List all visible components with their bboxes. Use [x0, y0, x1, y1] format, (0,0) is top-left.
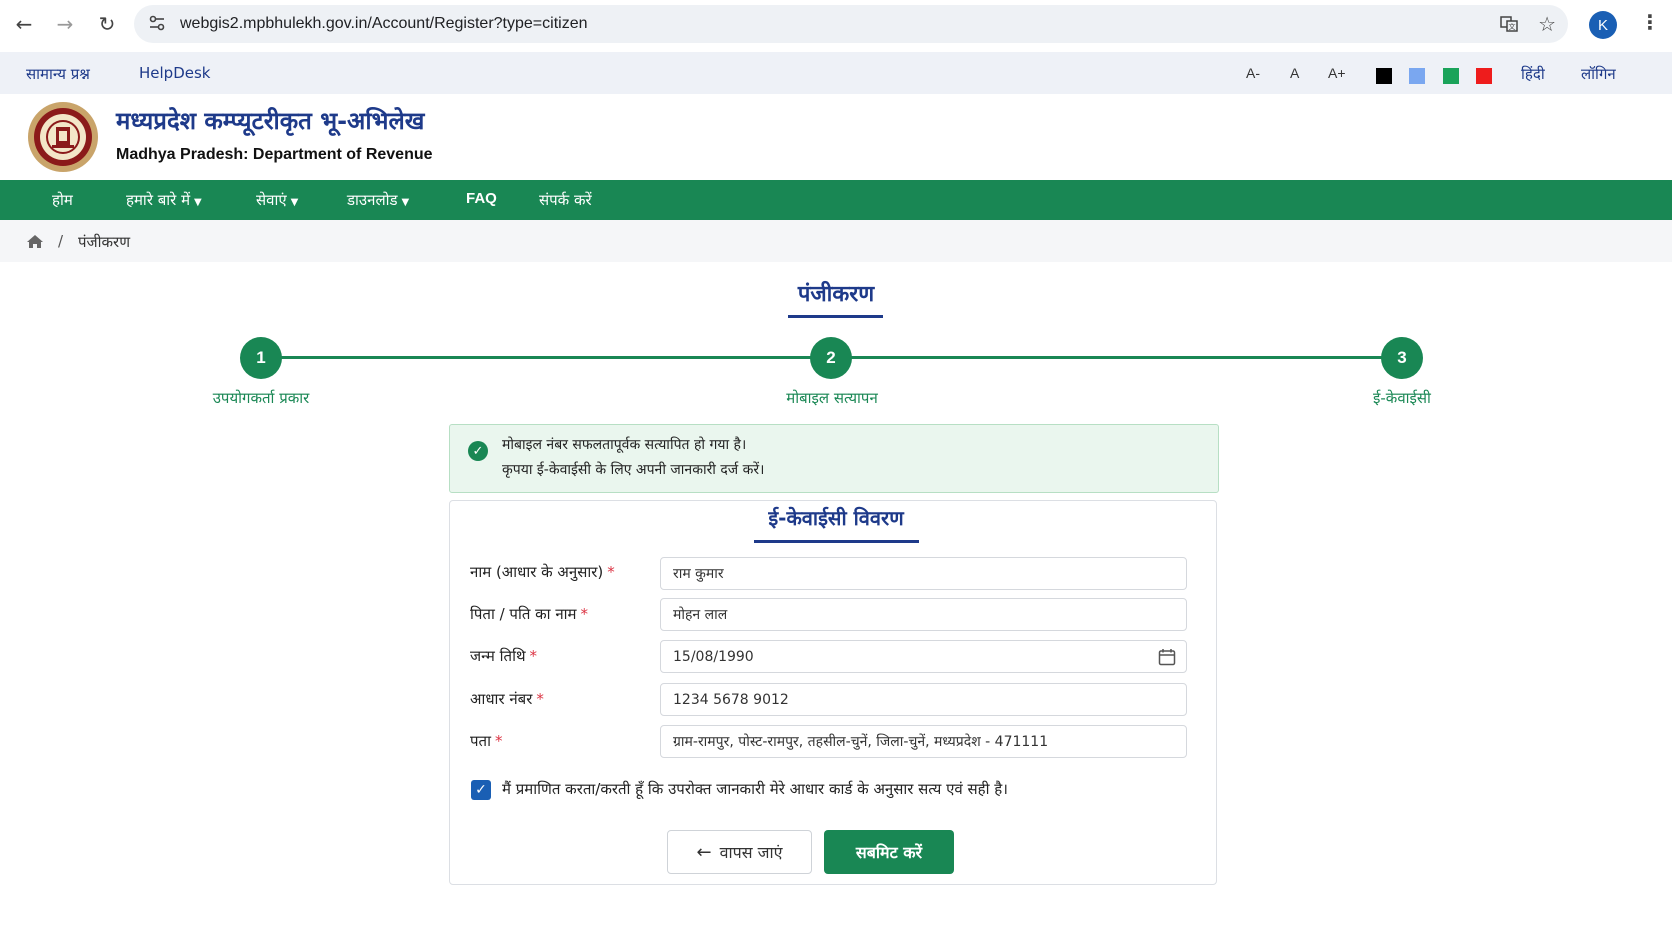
step-2-label: मोबाइल सत्यापन [786, 389, 878, 407]
back-button-label: वापस जाएं [719, 843, 783, 862]
theme-green-swatch[interactable] [1443, 68, 1459, 84]
nav-item-contact[interactable]: संपर्क करें [539, 190, 592, 210]
browser-toolbar: ← → ↻ webgis2.mpbhulekh.gov.in/Account/R… [0, 0, 1672, 50]
aadhaar-input[interactable]: 1234 5678 9012 [660, 683, 1187, 716]
mp-government-emblem[interactable] [26, 101, 100, 173]
alert-message-line2: कृपया ई-केवाईसी के लिए अपनी जानकारी दर्ज… [502, 462, 765, 478]
nav-item-home[interactable]: होम [52, 190, 73, 210]
language-toggle[interactable]: हिंदी [1521, 64, 1545, 84]
name-label: नाम (आधार के अनुसार) * [470, 562, 615, 582]
breadcrumb-current: पंजीकरण [78, 233, 131, 251]
page-title-underline [788, 315, 883, 318]
bookmark-star-icon[interactable]: ☆ [1538, 12, 1556, 36]
field-label-text: पता [470, 732, 491, 750]
dob-value: 15/08/1990 [673, 648, 754, 665]
required-asterisk: * [536, 690, 544, 708]
theme-red-swatch[interactable] [1476, 68, 1492, 84]
chevron-down-icon: ▼ [401, 197, 410, 208]
field-label-text: नाम (आधार के अनुसार) [470, 563, 604, 581]
chevron-down-icon: ▼ [194, 197, 202, 208]
url-text[interactable]: webgis2.mpbhulekh.gov.in/Account/Registe… [180, 15, 588, 33]
nav-item-label: संपर्क करें [539, 191, 592, 209]
nav-item-label: होम [52, 191, 73, 209]
submit-button[interactable]: सबमिट करें [824, 830, 954, 874]
svg-text:文: 文 [1509, 22, 1516, 31]
calendar-icon[interactable] [1158, 648, 1176, 666]
address-label: पता * [470, 731, 502, 751]
check-circle-icon: ✓ [468, 441, 488, 461]
font-decrease-button[interactable]: A- [1246, 65, 1260, 81]
field-label-text: आधार नंबर [470, 690, 533, 708]
alert-message-line1: मोबाइल नंबर सफलतापूर्वक सत्यापित हो गया … [502, 437, 747, 453]
nav-item-faq[interactable]: FAQ [466, 190, 497, 207]
name-input[interactable]: राम कुमार [660, 557, 1187, 590]
form-title-underline [754, 540, 919, 543]
nav-item-label: डाउनलोड [347, 191, 398, 209]
utility-bar: सामान्य प्रश्न HelpDesk A- A A+ हिंदी लॉ… [0, 52, 1672, 94]
site-settings-icon[interactable] [148, 14, 166, 32]
consent-label[interactable]: मैं प्रमाणित करता/करती हूँ कि उपरोक्त जा… [502, 779, 1008, 799]
font-increase-button[interactable]: A+ [1328, 65, 1346, 81]
dob-label: जन्म तिथि * [470, 646, 537, 666]
theme-black-swatch[interactable] [1376, 68, 1392, 84]
father-name-label: पिता / पति का नाम * [470, 604, 588, 624]
field-label-text: जन्म तिथि [470, 647, 526, 665]
breadcrumb: / पंजीकरण [0, 220, 1672, 262]
dob-input[interactable]: 15/08/1990 [660, 640, 1187, 673]
translate-icon[interactable]: 文 [1500, 15, 1518, 33]
main-navigation: होम हमारे बारे में ▼ सेवाएं ▼ डाउनलोड ▼ FAQ… [0, 180, 1672, 220]
login-link[interactable]: लॉगिन [1581, 64, 1616, 84]
success-alert: ✓ मोबाइल नंबर सफलतापूर्वक सत्यापित हो गय… [449, 424, 1219, 493]
chevron-down-icon: ▼ [290, 197, 299, 208]
site-subtitle: Madhya Pradesh: Department of Revenue [116, 146, 433, 163]
address-input[interactable]: ग्राम-रामपुर, पोस्ट-रामपुर, तहसील-चुनें,… [660, 725, 1187, 758]
step-1-circle: 1 [240, 337, 282, 379]
browser-menu-icon[interactable]: ⋮ [1640, 10, 1660, 34]
step-2-circle: 2 [810, 337, 852, 379]
site-header: मध्यप्रदेश कम्प्यूटरीकृत भू-अभिलेख Madhy… [0, 94, 1672, 180]
required-asterisk: * [607, 563, 615, 581]
arrow-left-icon: ← [696, 841, 712, 863]
nav-item-services[interactable]: सेवाएं ▼ [256, 190, 298, 210]
home-icon[interactable] [26, 234, 44, 249]
nav-item-label: सेवाएं [256, 191, 287, 209]
field-label-text: पिता / पति का नाम [470, 605, 577, 623]
forward-arrow-icon[interactable]: → [53, 12, 77, 36]
consent-checkbox[interactable]: ✓ [471, 780, 491, 800]
nav-item-download[interactable]: डाउनलोड ▼ [347, 190, 409, 210]
required-asterisk: * [494, 732, 503, 750]
nav-item-label: FAQ [466, 190, 497, 207]
step-1-label: उपयोगकर्ता प्रकार [212, 389, 310, 407]
step-3-circle: 3 [1381, 337, 1423, 379]
aadhaar-label: आधार नंबर * [470, 689, 544, 709]
form-title: ई-केवाईसी विवरण [768, 506, 904, 530]
profile-avatar[interactable]: K [1589, 11, 1617, 39]
font-reset-button[interactable]: A [1290, 65, 1299, 81]
required-asterisk: * [580, 605, 589, 623]
theme-blue-swatch[interactable] [1409, 68, 1425, 84]
page-title: पंजीकरण [797, 282, 875, 307]
back-arrow-icon[interactable]: ← [12, 12, 36, 36]
reload-icon[interactable]: ↻ [95, 12, 119, 36]
helpdesk-link[interactable]: HelpDesk [139, 64, 210, 82]
required-asterisk: * [529, 647, 538, 665]
nav-item-label: हमारे बारे में [126, 191, 191, 209]
faq-general-link[interactable]: सामान्य प्रश्न [26, 64, 90, 84]
father-name-input[interactable]: मोहन लाल [660, 598, 1187, 631]
site-title: मध्यप्रदेश कम्प्यूटरीकृत भू-अभिलेख [116, 107, 425, 135]
back-button[interactable]: ← वापस जाएं [667, 830, 812, 874]
address-bar[interactable]: webgis2.mpbhulekh.gov.in/Account/Registe… [134, 5, 1568, 43]
step-3-label: ई-केवाईसी [1373, 389, 1431, 407]
nav-item-about[interactable]: हमारे बारे में ▼ [126, 190, 202, 210]
breadcrumb-separator: / [58, 232, 64, 250]
